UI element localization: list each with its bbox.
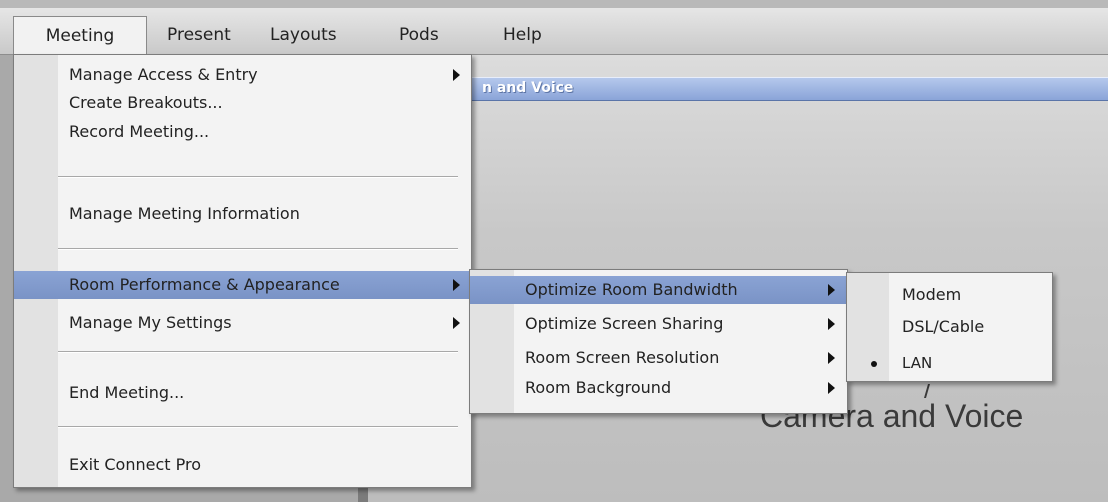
- menu-item-label: Manage My Settings: [69, 313, 232, 332]
- menu-item-optimize-screen-sharing[interactable]: Optimize Screen Sharing: [470, 310, 847, 338]
- selected-bullet-icon: [871, 361, 877, 367]
- menu-item-label: Room Performance & Appearance: [69, 275, 340, 294]
- pod-title-bar[interactable]: [368, 77, 1108, 101]
- room-performance-submenu: Optimize Room Bandwidth Optimize Screen …: [469, 269, 848, 414]
- menu-item-label: Optimize Room Bandwidth: [525, 280, 738, 299]
- menu-present[interactable]: Present: [167, 16, 231, 54]
- menu-item-label: Exit Connect Pro: [69, 455, 202, 474]
- menu-item-dsl-cable[interactable]: DSL/Cable: [847, 313, 1052, 341]
- submenu-arrow-icon: [828, 382, 835, 394]
- pod-title: n and Voice: [482, 80, 574, 96]
- menu-separator: [58, 351, 458, 353]
- menu-item-label: Room Screen Resolution: [525, 348, 720, 367]
- submenu-arrow-icon: [453, 317, 460, 329]
- submenu-arrow-icon: [453, 279, 460, 291]
- menu-item-label: Record Meeting...: [69, 122, 210, 141]
- menu-bar: Meeting Present Layouts Pods Help: [0, 8, 1108, 55]
- menu-item-modem[interactable]: Modem: [847, 281, 1052, 309]
- menu-item-lan[interactable]: LAN: [847, 349, 1052, 377]
- menu-item-label: Manage Meeting Information: [69, 204, 300, 223]
- menu-help[interactable]: Help: [503, 16, 542, 54]
- menu-item-room-performance-appearance[interactable]: Room Performance & Appearance: [14, 271, 471, 299]
- menu-item-manage-my-settings[interactable]: Manage My Settings: [14, 309, 471, 337]
- submenu-arrow-icon: [453, 69, 460, 81]
- menu-item-label: End Meeting...: [69, 383, 185, 402]
- menu-item-label: Create Breakouts...: [69, 93, 223, 112]
- meeting-menu: Manage Access & Entry Create Breakouts..…: [13, 54, 472, 488]
- bandwidth-submenu: Modem DSL/Cable LAN: [846, 272, 1053, 382]
- menu-item-room-background[interactable]: Room Background: [470, 374, 847, 402]
- menu-item-label: DSL/Cable: [902, 317, 985, 336]
- menu-item-label: Optimize Screen Sharing: [525, 314, 724, 333]
- menu-item-label: LAN: [902, 354, 933, 372]
- menu-meeting[interactable]: Meeting: [13, 16, 147, 55]
- menu-separator: [58, 426, 458, 428]
- menu-item-room-screen-resolution[interactable]: Room Screen Resolution: [470, 344, 847, 372]
- menu-item-label: Room Background: [525, 378, 672, 397]
- pod-glyph-fragment: [924, 384, 930, 398]
- menu-item-manage-meeting-information[interactable]: Manage Meeting Information: [14, 200, 471, 228]
- menu-item-record-meeting[interactable]: Record Meeting...: [14, 118, 471, 146]
- menu-item-create-breakouts[interactable]: Create Breakouts...: [14, 89, 471, 117]
- menu-item-manage-access-entry[interactable]: Manage Access & Entry: [14, 61, 471, 89]
- menu-pods[interactable]: Pods: [399, 16, 439, 54]
- menu-separator: [58, 176, 458, 178]
- menu-item-optimize-room-bandwidth[interactable]: Optimize Room Bandwidth: [470, 276, 847, 304]
- submenu-arrow-icon: [828, 352, 835, 364]
- menu-separator: [58, 248, 458, 250]
- window-top-strip: [0, 0, 1108, 8]
- submenu-arrow-icon: [828, 318, 835, 330]
- menu-item-end-meeting[interactable]: End Meeting...: [14, 379, 471, 407]
- submenu-arrow-icon: [828, 284, 835, 296]
- menu-layouts[interactable]: Layouts: [270, 16, 337, 54]
- menu-item-exit-connect-pro[interactable]: Exit Connect Pro: [14, 451, 471, 479]
- menu-item-label: Manage Access & Entry: [69, 65, 258, 84]
- menu-item-label: Modem: [902, 285, 962, 304]
